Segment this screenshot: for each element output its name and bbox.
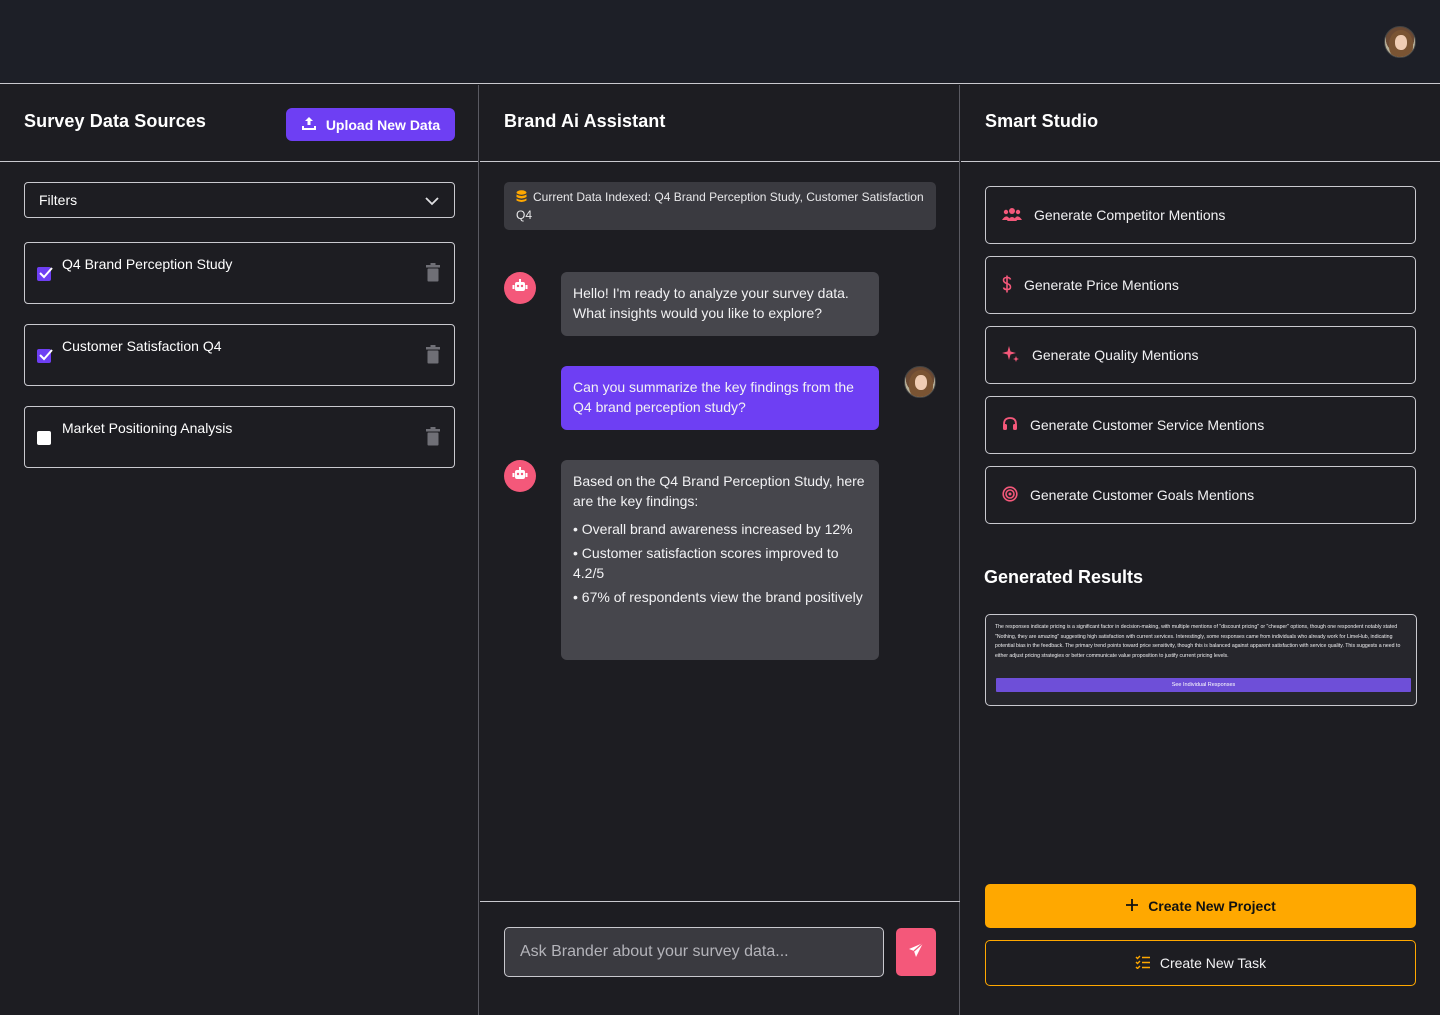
source-item[interactable]: Market Positioning Analysis [24, 406, 455, 468]
generate-customer-goals-mentions-button[interactable]: Generate Customer Goals Mentions [985, 466, 1416, 524]
filters-dropdown[interactable]: Filters [24, 182, 455, 218]
create-new-project-button[interactable]: Create New Project [985, 884, 1416, 928]
filters-label: Filters [39, 192, 78, 208]
source-item[interactable]: Customer Satisfaction Q4 [24, 324, 455, 386]
trash-icon[interactable] [425, 345, 441, 369]
user-avatar[interactable] [1384, 26, 1416, 58]
generator-label: Generate Quality Mentions [1032, 347, 1199, 363]
generator-label: Generate Price Mentions [1024, 277, 1179, 293]
panel-title: Smart Studio [985, 111, 1099, 131]
see-individual-responses-button[interactable]: See Individual Responses [996, 678, 1411, 692]
smart-studio-panel: Smart Studio Generate Competitor Mention… [961, 85, 1440, 1015]
headset-icon [1002, 416, 1018, 435]
chevron-down-icon [424, 193, 440, 212]
database-icon [516, 190, 527, 207]
robot-icon [512, 278, 528, 298]
dollar-icon [1002, 275, 1012, 296]
checklist-icon [1135, 955, 1151, 972]
panel-header: Smart Studio [961, 85, 1440, 162]
upload-label: Upload New Data [325, 116, 441, 133]
panel-header: Brand Ai Assistant [480, 85, 959, 162]
create-new-task-button[interactable]: Create New Task [985, 940, 1416, 986]
robot-icon [512, 466, 528, 486]
assistant-panel: Brand Ai Assistant Current Data Indexed:… [480, 85, 960, 1015]
create-task-label: Create New Task [1159, 955, 1267, 971]
message-intro: Based on the Q4 Brand Perception Study, … [573, 473, 865, 509]
source-checkbox[interactable] [37, 349, 53, 363]
send-icon [907, 941, 925, 964]
source-label: Customer Satisfaction Q4 [62, 338, 222, 354]
generator-label: Generate Customer Goals Mentions [1030, 487, 1255, 503]
generator-label: Generate Customer Service Mentions [1030, 417, 1265, 433]
generate-quality-mentions-button[interactable]: Generate Quality Mentions [985, 326, 1416, 384]
target-icon [1002, 485, 1018, 505]
bot-message: Hello! I'm ready to analyze your survey … [561, 272, 879, 336]
finding-item: • 67% of respondents view the brand posi… [573, 589, 863, 605]
panel-title: Brand Ai Assistant [504, 111, 666, 131]
upload-new-data-button[interactable]: Upload New Data [286, 108, 455, 141]
message-text: Can you summarize the key findings from … [573, 379, 854, 415]
user-message: Can you summarize the key findings from … [561, 366, 879, 430]
upload-icon [301, 115, 317, 134]
sparkles-icon [1002, 345, 1020, 366]
user-avatar [904, 366, 936, 398]
generate-competitor-mentions-button[interactable]: Generate Competitor Mentions [985, 186, 1416, 244]
chat-input-bar [480, 901, 960, 1015]
finding-item: • Customer satisfaction scores improved … [573, 545, 839, 581]
indexed-text: Current Data Indexed: Q4 Brand Perceptio… [516, 190, 924, 222]
users-icon [1002, 206, 1022, 225]
generate-customer-service-mentions-button[interactable]: Generate Customer Service Mentions [985, 396, 1416, 454]
panel-header: Survey Data Sources Upload New Data [0, 85, 478, 162]
send-button[interactable] [896, 928, 936, 976]
bot-avatar [504, 272, 536, 304]
indexed-data-banner: Current Data Indexed: Q4 Brand Perceptio… [504, 182, 936, 230]
source-label: Q4 Brand Perception Study [62, 256, 233, 272]
result-card: The responses indicate pricing is a sign… [985, 614, 1417, 706]
message-text: Hello! I'm ready to analyze your survey … [573, 285, 849, 321]
generator-label: Generate Competitor Mentions [1034, 207, 1226, 223]
trash-icon[interactable] [425, 427, 441, 451]
bot-message: Based on the Q4 Brand Perception Study, … [561, 460, 879, 660]
create-project-label: Create New Project [1148, 898, 1276, 914]
panel-title: Survey Data Sources [24, 111, 206, 131]
generated-results-title: Generated Results [984, 567, 1144, 587]
survey-sources-panel: Survey Data Sources Upload New Data Filt… [0, 85, 479, 1015]
finding-item: • Overall brand awareness increased by 1… [573, 521, 853, 537]
source-checkbox[interactable] [37, 267, 53, 281]
trash-icon[interactable] [425, 263, 441, 287]
bot-avatar [504, 460, 536, 492]
source-checkbox[interactable] [37, 431, 51, 445]
source-item[interactable]: Q4 Brand Perception Study [24, 242, 455, 304]
chat-input[interactable] [504, 927, 884, 977]
generate-price-mentions-button[interactable]: Generate Price Mentions [985, 256, 1416, 314]
source-label: Market Positioning Analysis [62, 420, 233, 436]
top-bar [0, 0, 1440, 84]
result-text: The responses indicate pricing is a sign… [995, 624, 1401, 659]
plus-icon [1125, 898, 1139, 915]
